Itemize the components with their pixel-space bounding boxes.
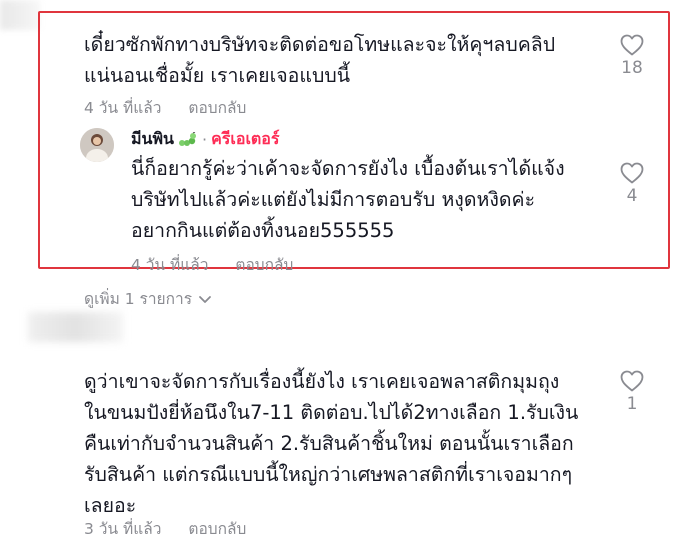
reply-1-text: นี่ก็อยากรู้ค่ะว่าเค้าจะจัดการยังไง เบื้…: [131, 153, 611, 246]
comment-1-meta: 4 วัน ที่แล้ว ตอบกลับ: [84, 95, 246, 120]
comment-2-text: ดูว่าเขาจะจัดการกับเรื่องนี้ยังไง เราเคย…: [84, 366, 614, 521]
heart-outline-icon: [620, 162, 644, 184]
creator-badge: ครีเอเตอร์: [211, 129, 280, 148]
reply-1-time: 4 วัน ที่แล้ว: [131, 256, 209, 274]
comment-2-like-button[interactable]: 1: [612, 370, 652, 414]
heart-outline-icon: [620, 370, 644, 392]
chevron-down-icon: [199, 295, 211, 303]
avatar[interactable]: [80, 128, 114, 162]
author-separator: ·: [201, 130, 208, 149]
comment-1-line-2: แน่นอนเชื่อมั้ย เราเคยเจอแบบนี้: [84, 64, 351, 87]
comment-1-text: เดี๋ยวซักพักทางบริษัทจะติดต่อขอโทษและจะใ…: [84, 29, 614, 91]
comment-1-line-1: เดี๋ยวซักพักทางบริษัทจะติดต่อขอโทษและจะใ…: [84, 33, 556, 56]
comment-2-line-2: ในขนมปังยี่ห้อนึงใน7-11 ติดต่อบ.ไปได้2ทา…: [84, 401, 579, 424]
reply-1-like-button[interactable]: 4: [612, 162, 652, 206]
comment-1-reply-button[interactable]: ตอบกลับ: [188, 95, 246, 120]
reply-1-author-line: มีนพิน · ครีเอเตอร์: [131, 127, 280, 152]
reply-1-line-2: บริษัทไปแล้วค่ะแต่ยังไม่มีการตอบรับ หงุด…: [131, 188, 536, 211]
reply-1-author-name[interactable]: มีนพิน: [131, 127, 174, 152]
comment-2-like-count: 1: [626, 394, 638, 414]
comment-2-line-4: รับสินค้า แต่กรณีแบบนี้ใหญ่กว่าเศษพลาสติ…: [84, 463, 573, 486]
blurred-commenter-area: [28, 312, 123, 342]
blurred-avatar-top: [0, 0, 40, 30]
view-more-replies-button[interactable]: ดูเพิ่ม 1 รายการ: [84, 286, 212, 311]
heart-outline-icon: [620, 34, 644, 56]
view-more-label: ดูเพิ่ม 1 รายการ: [84, 290, 193, 308]
reply-1-line-3: อยากกินแต่ต้องทิ้งนอย555555: [131, 219, 395, 242]
caterpillar-emoji-icon: [178, 131, 196, 146]
comment-2-meta: 3 วัน ที่แล้ว ตอบกลับ: [84, 516, 246, 541]
avatar-image: [80, 128, 114, 162]
comment-1-like-count: 18: [621, 58, 643, 78]
comment-2-reply-button[interactable]: ตอบกลับ: [188, 516, 246, 541]
reply-1-like-count: 4: [626, 186, 638, 206]
reply-1-reply-button[interactable]: ตอบกลับ: [235, 252, 293, 277]
reply-1-line-1: นี่ก็อยากรู้ค่ะว่าเค้าจะจัดการยังไง เบื้…: [131, 157, 565, 180]
comment-2-time: 3 วัน ที่แล้ว: [84, 520, 162, 538]
comment-1-like-button[interactable]: 18: [612, 34, 652, 78]
reply-1-meta: 4 วัน ที่แล้ว ตอบกลับ: [131, 252, 293, 277]
comment-1-time: 4 วัน ที่แล้ว: [84, 99, 162, 117]
comment-2-line-3: คืนเท่ากับจำนวนสินค้า 2.รับสินค้าชิ้นใหม…: [84, 432, 574, 455]
comment-2-line-1: ดูว่าเขาจะจัดการกับเรื่องนี้ยังไง เราเคย…: [84, 370, 560, 393]
